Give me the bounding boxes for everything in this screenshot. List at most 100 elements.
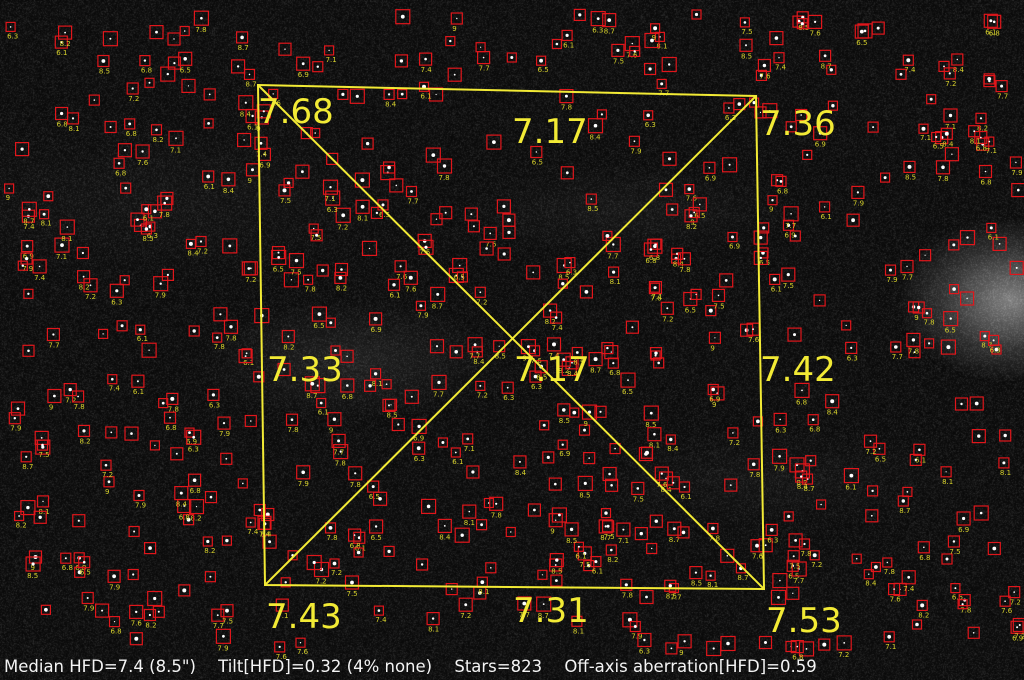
star-point bbox=[53, 394, 56, 398]
star-point bbox=[123, 149, 127, 152]
star-hfd-value: 6.1 bbox=[421, 92, 432, 100]
star-point bbox=[244, 355, 247, 357]
star-hfd-value: 7.8 bbox=[350, 481, 361, 489]
star-hfd-value: 9 bbox=[105, 488, 109, 496]
star-point bbox=[670, 647, 673, 650]
star-point bbox=[115, 289, 119, 293]
star-hfd-value: 6.5 bbox=[80, 569, 91, 577]
star-hfd-value: 7.5 bbox=[741, 28, 752, 36]
star-point bbox=[341, 213, 346, 218]
star-point bbox=[941, 165, 945, 170]
star-point bbox=[449, 39, 452, 43]
star-point bbox=[952, 287, 956, 291]
star-hfd-value: 8.2 bbox=[686, 223, 697, 231]
star-point bbox=[929, 97, 933, 101]
star-hfd-value: 7.8 bbox=[74, 403, 85, 411]
star-point bbox=[77, 519, 80, 522]
star-point bbox=[18, 515, 20, 517]
star-point bbox=[794, 539, 797, 542]
star-point bbox=[290, 418, 294, 422]
star-hfd-value: 6.5 bbox=[622, 388, 633, 396]
star-point bbox=[759, 235, 763, 240]
star-point bbox=[920, 603, 925, 608]
star-point bbox=[454, 451, 457, 454]
star-hfd-value: 6.5 bbox=[875, 455, 886, 463]
star-hfd-value: 8.1 bbox=[970, 138, 981, 146]
star-hfd-value: 8.2 bbox=[60, 40, 71, 48]
star-hfd-value: 8.1 bbox=[357, 214, 368, 222]
hfd-bottom: 7.31 bbox=[513, 591, 589, 631]
star-point bbox=[209, 575, 212, 578]
star-hfd-value: 9 bbox=[914, 314, 918, 322]
star-point bbox=[368, 247, 371, 250]
star-point bbox=[851, 218, 855, 223]
star-hfd-value: 8.7 bbox=[23, 217, 34, 225]
star-hfd-value: 7.2 bbox=[245, 276, 256, 284]
star-point bbox=[82, 275, 85, 278]
star-point bbox=[588, 457, 590, 459]
star-hfd-value: 6.3 bbox=[767, 536, 778, 544]
star-point bbox=[426, 504, 431, 509]
star-hfd-value: 7.2 bbox=[729, 439, 740, 447]
star-point bbox=[818, 299, 821, 302]
star-point bbox=[612, 362, 615, 365]
star-point bbox=[822, 642, 827, 647]
star-point bbox=[355, 94, 359, 98]
star-point bbox=[460, 533, 464, 537]
star-point bbox=[378, 497, 382, 501]
star-point bbox=[284, 581, 287, 584]
star-point bbox=[1004, 600, 1006, 602]
star-hfd-value: 7.5 bbox=[783, 282, 794, 290]
star-point bbox=[8, 187, 10, 190]
star-hfd-value: 7.9 bbox=[630, 147, 641, 155]
star-hfd-value: 6.5 bbox=[371, 534, 382, 542]
star-hfd-value: 8.7 bbox=[22, 463, 33, 471]
star-hfd-value: 7.5 bbox=[39, 451, 50, 459]
star-point bbox=[133, 530, 136, 533]
star-hfd-value: 7.2 bbox=[102, 471, 113, 479]
star-point bbox=[41, 443, 44, 447]
hfd-top: 7.17 bbox=[512, 112, 588, 152]
star-hfd-value: 8.5 bbox=[142, 235, 153, 243]
star-hfd-value: 6.1 bbox=[452, 458, 463, 466]
star-point bbox=[268, 540, 272, 544]
star-point bbox=[683, 640, 686, 643]
star-point bbox=[315, 233, 319, 237]
star-point bbox=[823, 54, 827, 58]
star-hfd-value: 6.3 bbox=[209, 401, 220, 409]
star-point bbox=[420, 563, 424, 566]
star-point bbox=[863, 29, 867, 33]
star-point bbox=[633, 625, 637, 628]
star-hfd-value: 7.1 bbox=[325, 195, 336, 203]
star-hfd-value: 6.1 bbox=[821, 213, 832, 221]
star-point bbox=[554, 316, 558, 319]
star-point bbox=[113, 621, 116, 623]
star-point bbox=[131, 87, 134, 90]
star-point bbox=[777, 596, 780, 599]
star-hfd-value: 7.9 bbox=[155, 292, 166, 300]
star-point bbox=[294, 258, 299, 263]
star-hfd-value: 8.5 bbox=[587, 205, 598, 213]
star-point bbox=[876, 26, 880, 30]
star-point bbox=[506, 386, 509, 389]
star-point bbox=[800, 475, 803, 478]
star-point bbox=[812, 553, 817, 558]
star-point bbox=[1003, 433, 1007, 438]
star-point bbox=[915, 622, 919, 627]
star-point bbox=[569, 527, 574, 532]
star-hfd-value: 8.7 bbox=[432, 302, 443, 310]
star-point bbox=[708, 308, 713, 313]
star-point bbox=[872, 126, 875, 129]
star-point bbox=[109, 126, 112, 128]
star-point bbox=[672, 481, 675, 484]
star-point bbox=[395, 184, 398, 187]
star-point bbox=[717, 294, 720, 297]
star-point bbox=[485, 247, 488, 250]
star-hfd-value: 6.8 bbox=[190, 487, 201, 495]
star-point bbox=[373, 372, 378, 376]
star-point bbox=[101, 59, 106, 63]
star-hfd-value: 8.1 bbox=[656, 42, 667, 50]
star-point bbox=[806, 153, 809, 156]
star-hfd-value: 7.2 bbox=[128, 95, 139, 103]
star-point bbox=[25, 244, 29, 248]
